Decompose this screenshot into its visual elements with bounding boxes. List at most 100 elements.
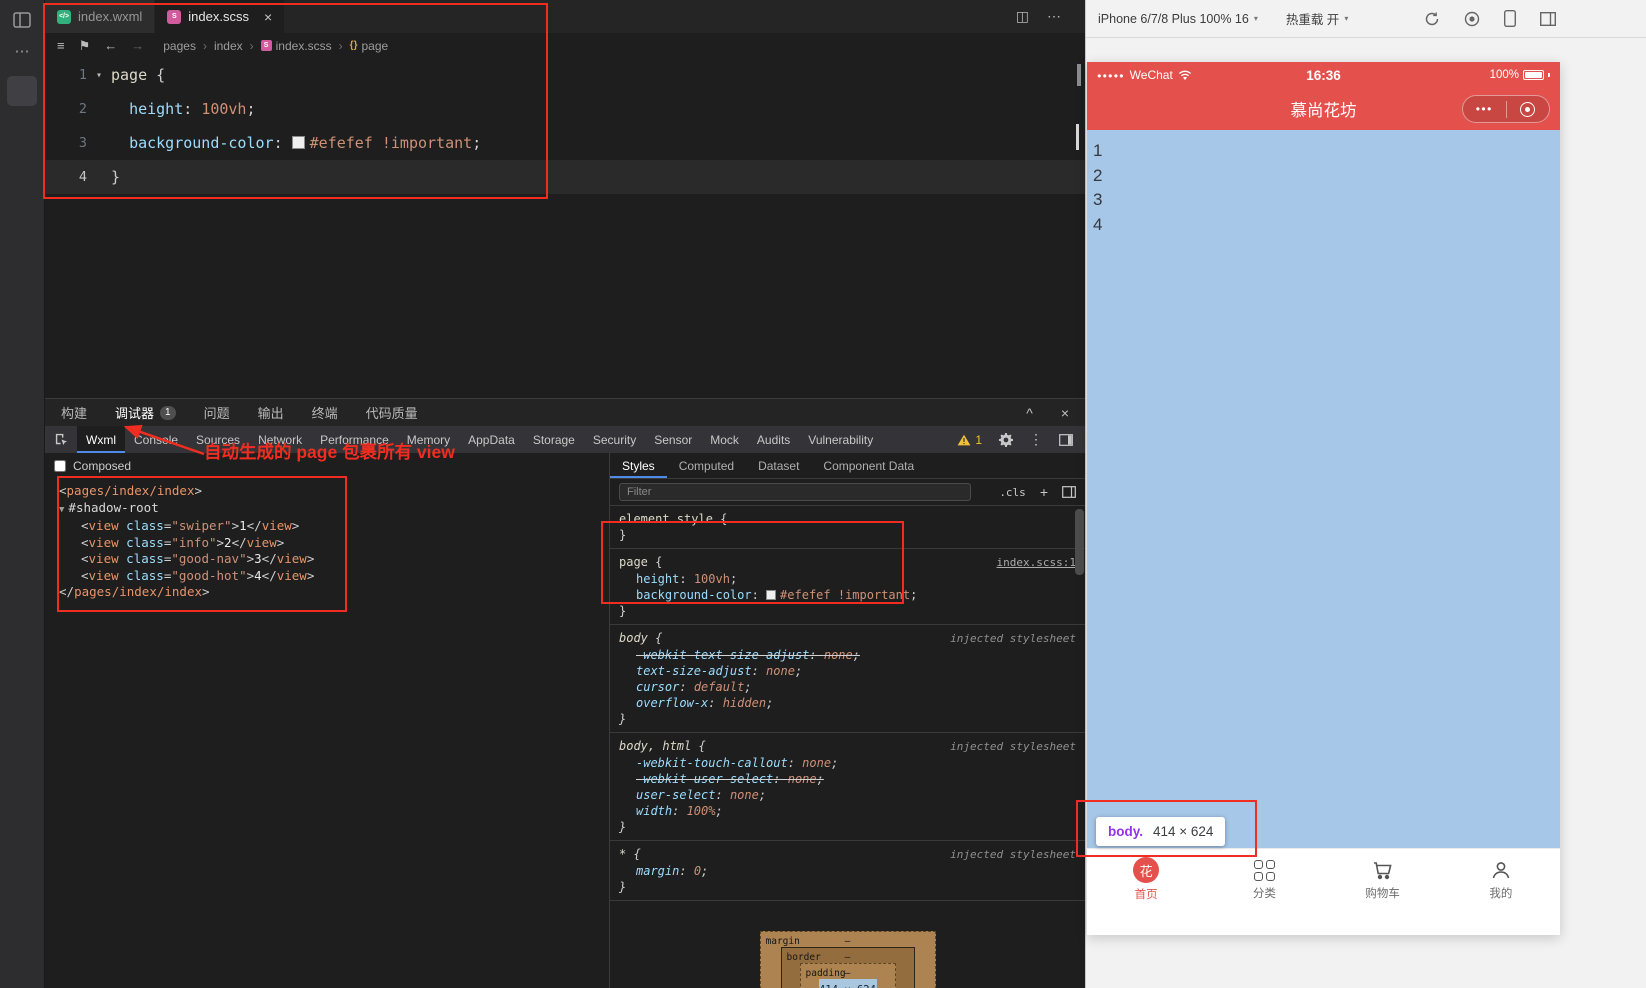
wxml-tree-node[interactable]: <view class="good-hot">4</view> [45,568,609,585]
panel-tab-debugger[interactable]: 调试器 1 [115,403,176,422]
activity-item[interactable] [7,76,37,106]
wxml-tree-node[interactable]: <view class="good-nav">3</view> [45,551,609,568]
code-line[interactable]: 1▾page { [45,58,1085,92]
code-line[interactable]: 3 background-color: #efefef !important; [45,126,1085,160]
devtools-tab-console[interactable]: Console [125,426,187,453]
panel-tab-terminal[interactable]: 终端 [312,403,338,422]
code-line[interactable]: 2 height: 100vh; [45,92,1085,126]
rule-selector[interactable]: body { [619,630,662,646]
box-model-border[interactable]: border – – padding – – 414 × 624 [781,947,915,988]
devtools-tab-wxml[interactable]: Wxml [77,426,125,453]
dock-side-icon[interactable] [1059,434,1073,446]
tabbar-item-category[interactable]: 分类 [1205,849,1323,910]
devtools-tab-memory[interactable]: Memory [398,426,459,453]
style-declaration[interactable]: user-select: none; [619,787,1076,803]
new-style-rule-icon[interactable]: + [1040,484,1048,500]
box-model-margin[interactable]: margin – – – – border – – [760,931,936,988]
panel-tab-build[interactable]: 构建 [61,403,87,422]
wxml-tree-node[interactable]: </pages/index/index> [45,584,609,601]
toggle-class-button[interactable]: .cls [999,486,1026,499]
code-line[interactable]: 4} [45,160,1085,194]
fold-icon[interactable]: ▾ [87,70,111,81]
tab-index-wxml[interactable]: </> index.wxml [45,0,155,33]
box-model-padding[interactable]: padding – – 414 × 624 [800,963,896,988]
rule-selector[interactable]: page { [619,554,662,570]
styles-sidebar-icon[interactable] [1062,486,1076,498]
devtools-tab-mock[interactable]: Mock [701,426,748,453]
capsule-exit-button[interactable] [1507,102,1550,117]
forward-icon[interactable]: → [131,38,144,53]
record-icon[interactable] [1464,11,1480,27]
bookmark-icon[interactable]: ⚑ [79,38,91,54]
style-declaration[interactable]: background-color: #efefef !important; [619,587,1076,603]
breadcrumb-item-file[interactable]: S index.scss [261,39,332,53]
settings-gear-icon[interactable] [998,432,1013,447]
panel-tab-code-quality[interactable]: 代码质量 [366,403,418,422]
wxml-tree-node[interactable]: <pages/index/index> [45,483,609,500]
expander-icon[interactable]: ▼ [59,505,64,515]
layout-panels-icon[interactable] [1540,12,1556,26]
split-editor-icon[interactable]: ◫ [1016,8,1029,25]
code-text[interactable]: } [111,168,120,186]
devtools-tab-sources[interactable]: Sources [187,426,249,453]
tab-close-icon[interactable]: × [264,10,272,24]
devtools-tab-appdata[interactable]: AppData [459,426,524,453]
breadcrumb-item-index[interactable]: index [214,39,243,53]
panel-collapse-icon[interactable]: ^ [1026,405,1033,421]
editor-more-icon[interactable]: ⋯ [1047,8,1061,25]
style-declaration[interactable]: -webkit-text-size-adjust: none; [619,647,1076,663]
style-declaration[interactable]: width: 100%; [619,803,1076,819]
devtools-tab-network[interactable]: Network [249,426,311,453]
devtools-tab-security[interactable]: Security [584,426,645,453]
tabbar-item-cart[interactable]: 购物车 [1324,849,1442,910]
sidebar-toggle-icon[interactable] [12,10,32,30]
rule-selector[interactable]: body, html { [619,738,706,754]
tabbar-item-home[interactable]: 花 首页 [1087,849,1205,910]
devtools-more-icon[interactable]: ⋮ [1029,431,1043,448]
wxml-tree-node[interactable]: ▼#shadow-root [45,500,609,519]
back-icon[interactable]: ← [104,38,117,53]
color-swatch[interactable] [292,136,305,149]
capsule-more-button[interactable]: ••• [1463,103,1506,115]
refresh-icon[interactable] [1424,11,1440,27]
tab-dataset[interactable]: Dataset [746,453,811,478]
rule-selector[interactable]: element.style { [619,511,727,527]
outline-icon[interactable]: ≡ [57,38,65,53]
inspect-element-icon[interactable] [45,432,77,447]
devtools-tab-audits[interactable]: Audits [748,426,799,453]
code-text[interactable]: height: 100vh; [111,100,256,118]
styles-scrollbar[interactable] [1075,509,1084,575]
warning-indicator[interactable]: 1 [957,433,982,447]
hot-reload-toggle[interactable]: 热重载 开 ▾ [1286,9,1349,28]
style-declaration[interactable]: margin: 0; [619,863,1076,879]
composed-checkbox[interactable] [54,460,66,472]
style-declaration[interactable]: text-size-adjust: none; [619,663,1076,679]
line-number[interactable]: 3 [45,135,87,151]
line-number[interactable]: 4 [45,169,87,185]
wxml-tree-node[interactable]: <view class="swiper">1</view> [45,518,609,535]
miniprogram-page-body[interactable]: 1 2 3 4 body. 414 × 624 [1087,130,1560,848]
style-declaration[interactable]: height: 100vh; [619,571,1076,587]
tab-styles[interactable]: Styles [610,453,667,478]
tab-component-data[interactable]: Component Data [811,453,926,478]
style-declaration[interactable]: cursor: default; [619,679,1076,695]
code-editor[interactable]: 1▾page {2 height: 100vh;3 background-col… [45,58,1085,194]
devtools-tab-sensor[interactable]: Sensor [645,426,701,453]
devtools-tab-vulnerability[interactable]: Vulnerability [799,426,882,453]
devtools-tab-storage[interactable]: Storage [524,426,584,453]
tabbar-item-profile[interactable]: 我的 [1442,849,1560,910]
tab-computed[interactable]: Computed [667,453,746,478]
line-number[interactable]: 2 [45,101,87,117]
rule-selector[interactable]: * { [619,846,641,862]
rule-source-link[interactable]: index.scss:1 [985,555,1076,571]
device-preview-icon[interactable] [1504,10,1516,27]
panel-tab-output[interactable]: 输出 [258,403,284,422]
wxml-tree-node[interactable]: <view class="info">2</view> [45,535,609,552]
style-declaration[interactable]: -webkit-touch-callout: none; [619,755,1076,771]
breadcrumb-item-pages[interactable]: pages [163,39,196,53]
panel-close-icon[interactable]: × [1061,405,1069,421]
style-declaration[interactable]: -webkit-user-select: none; [619,771,1076,787]
color-swatch[interactable] [766,590,776,600]
panel-tab-problems[interactable]: 问题 [204,403,230,422]
editor-overview-ruler[interactable] [1071,60,1083,390]
